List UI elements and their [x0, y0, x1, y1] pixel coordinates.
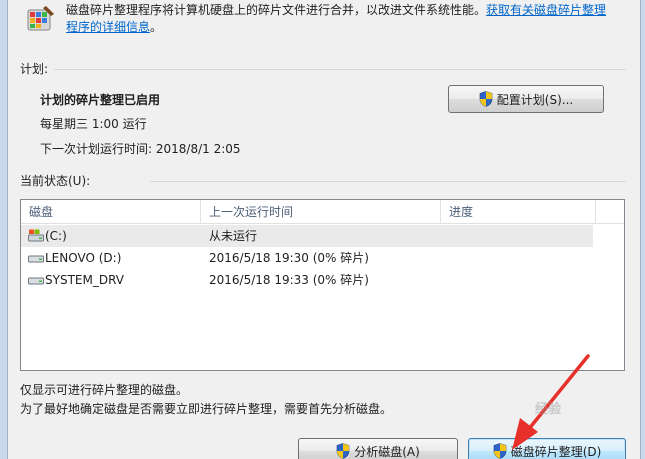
schedule-section-label: 计划: — [20, 62, 49, 76]
hard-drive-icon — [28, 277, 44, 285]
disk-list-header: 磁盘 上一次运行时间 进度 — [21, 200, 624, 224]
disk-row-system-drv[interactable]: SYSTEM_DRV 2016/5/18 19:33 (0% 碎片) — [21, 269, 593, 291]
defragment-disk-label: 磁盘碎片整理(D) — [510, 444, 602, 459]
watermark: 经验 — [535, 402, 562, 417]
defragmentable-disks-note: 仅显示可进行碎片整理的磁盘。 — [20, 383, 189, 397]
disk-row-d[interactable]: LENOVO (D:) 2016/5/18 19:30 (0% 碎片) — [21, 247, 593, 269]
uac-shield-icon — [493, 443, 506, 459]
defrag-app-icon — [27, 6, 54, 31]
description: 磁盘碎片整理程序将计算机硬盘上的碎片文件进行合并，以改进文件系统性能。获取有关磁… — [66, 2, 645, 36]
disk-list[interactable]: 磁盘 上一次运行时间 进度 (C:) 从未运行 LENOVO (D:) 2016… — [20, 199, 625, 371]
column-header-disk[interactable]: 磁盘 — [21, 200, 201, 224]
disk-last-run: 从未运行 — [209, 229, 258, 243]
disk-name: (C:) — [45, 229, 67, 243]
column-header-progress[interactable]: 进度 — [441, 200, 596, 224]
window-frame-right — [640, 0, 645, 459]
hard-drive-icon — [28, 255, 44, 263]
help-link-line2[interactable]: 程序的详细信息 — [66, 20, 150, 34]
schedule-next-run: 下一次计划运行时间: 2018/8/1 2:05 — [40, 142, 241, 156]
analyze-disk-label: 分析磁盘(A) — [354, 444, 420, 459]
disk-last-run: 2016/5/18 19:33 (0% 碎片) — [209, 273, 369, 287]
description-trailing: 。 — [150, 20, 163, 34]
disk-name: SYSTEM_DRV — [45, 273, 124, 287]
current-status-section-label: 当前状态(U): — [20, 174, 91, 188]
help-link-line1[interactable]: 获取有关磁盘碎片整理 — [486, 3, 606, 17]
disk-last-run: 2016/5/18 19:30 (0% 碎片) — [209, 251, 369, 265]
header: 磁盘碎片整理程序将计算机硬盘上的碎片文件进行合并，以改进文件系统性能。获取有关磁… — [26, 0, 626, 44]
current-status-divider — [150, 181, 626, 182]
window-frame-left — [0, 0, 8, 459]
system-drive-icon — [28, 229, 44, 242]
uac-shield-icon — [336, 443, 350, 459]
schedule-divider — [54, 69, 626, 70]
description-text: 磁盘碎片整理程序将计算机硬盘上的碎片文件进行合并，以改进文件系统性能。 — [66, 3, 487, 17]
column-header-last-run[interactable]: 上一次运行时间 — [201, 200, 441, 224]
schedule-status: 计划的碎片整理已启用 — [40, 93, 161, 107]
defragment-disk-button[interactable]: 磁盘碎片整理(D) — [468, 438, 626, 459]
disk-name: LENOVO (D:) — [45, 251, 122, 265]
configure-schedule-label: 配置计划(S)... — [496, 92, 574, 107]
analyze-disk-button[interactable]: 分析磁盘(A) — [298, 438, 458, 459]
uac-shield-icon — [479, 91, 493, 107]
configure-schedule-button[interactable]: 配置计划(S)... — [448, 85, 604, 113]
analyze-first-note: 为了最好地确定磁盘是否需要立即进行碎片整理，需要首先分析磁盘。 — [20, 402, 393, 416]
disk-row-c[interactable]: (C:) 从未运行 — [21, 225, 593, 247]
schedule-frequency: 每星期三 1:00 运行 — [40, 117, 147, 131]
